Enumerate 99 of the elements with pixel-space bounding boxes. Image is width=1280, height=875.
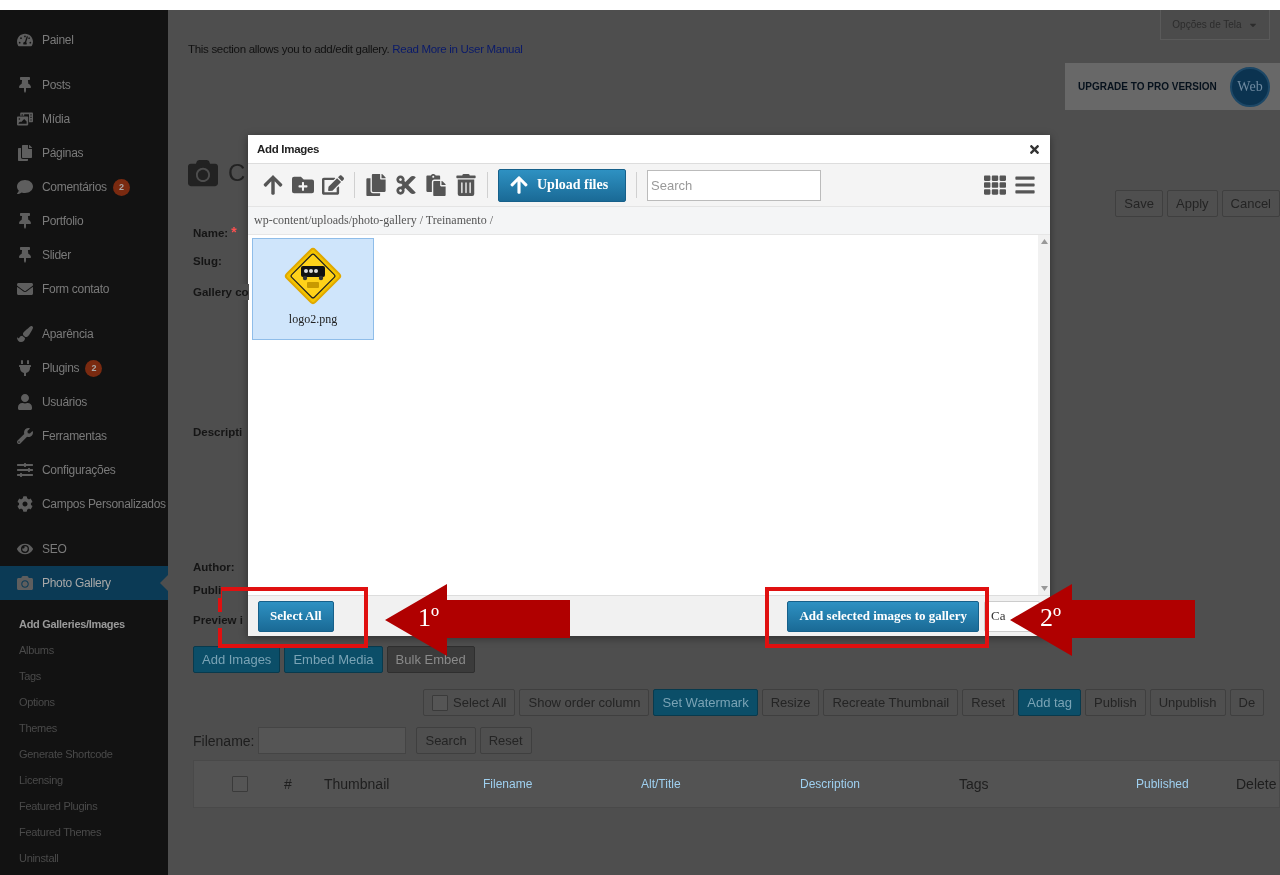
sidebar-label: Páginas	[42, 146, 84, 160]
upload-button[interactable]: Upload files	[498, 168, 626, 202]
wrench-icon	[17, 428, 33, 444]
upgrade-banner[interactable]: UPGRADE TO PRO VERSION Web	[1065, 63, 1280, 110]
logo: Web	[1230, 66, 1270, 107]
sidebar-item[interactable]: Páginas	[0, 136, 168, 170]
plug-icon	[17, 360, 33, 376]
column-header[interactable]: Description	[800, 777, 959, 791]
close-icon[interactable]	[1028, 142, 1041, 156]
user-icon	[17, 394, 33, 410]
sidebar-item[interactable]: Form contato	[0, 272, 168, 306]
pin-icon	[17, 77, 33, 93]
media-icon	[17, 111, 33, 127]
sidebar-label: Campos Personalizados	[42, 497, 166, 511]
dashboard-icon	[17, 32, 33, 48]
sidebar-item[interactable]: Comentários 2	[0, 170, 168, 204]
count-badge: 2	[85, 359, 103, 377]
comment-icon	[17, 179, 33, 195]
sidebar-item[interactable]: Ferramentas	[0, 419, 168, 453]
arrow-left-icon	[385, 584, 570, 656]
sidebar-item[interactable]: Usuários	[0, 385, 168, 419]
sidebar-item[interactable]: Painel	[0, 23, 168, 57]
copy-icon[interactable]	[365, 174, 387, 196]
list-view-icon[interactable]	[1014, 174, 1036, 196]
mail-icon	[17, 281, 33, 297]
arrow-up-icon[interactable]	[262, 174, 284, 196]
button[interactable]: Set Watermark	[653, 689, 758, 716]
arrow-up-icon	[509, 175, 529, 195]
checkbox[interactable]	[232, 776, 248, 792]
sidebar-label: Usuários	[42, 395, 87, 409]
field-label: Preview i	[193, 612, 243, 628]
eye-icon	[17, 541, 33, 557]
sidebar-label: Mídia	[42, 112, 70, 126]
trash-icon[interactable]	[455, 174, 477, 196]
sidebar-item[interactable]: Campos Personalizados	[0, 487, 168, 521]
sidebar-label: Ferramentas	[42, 429, 107, 443]
submenu-item[interactable]: Options	[0, 689, 168, 715]
intro-text: This section allows you to add/edit gallery. Read More in User Manual	[188, 42, 524, 57]
sidebar-item[interactable]: Aparência	[0, 317, 168, 351]
pin-icon	[17, 247, 33, 263]
pages-icon	[17, 145, 33, 161]
paste-icon[interactable]	[425, 174, 447, 196]
settings-icon	[17, 462, 33, 478]
button[interactable]: Add Images	[193, 646, 281, 673]
step-label: 2º	[1040, 603, 1062, 633]
select-all-button[interactable]: Select All	[258, 600, 334, 632]
checkbox[interactable]	[432, 694, 448, 711]
column-header: #	[284, 776, 293, 792]
edit-icon[interactable]	[322, 174, 344, 196]
sidebar-item[interactable]: Portfolio	[0, 204, 168, 238]
upgrade-text: UPGRADE TO PRO VERSION	[1078, 81, 1217, 92]
sidebar-item[interactable]: Posts	[0, 68, 168, 102]
file-name: logo2.png	[288, 312, 338, 327]
button[interactable]: Add tag	[1018, 689, 1082, 716]
sidebar-label: Slider	[42, 248, 71, 262]
sidebar-label: Photo Gallery	[42, 576, 111, 590]
pin-icon	[17, 213, 33, 229]
search-field[interactable]: Search	[647, 169, 821, 201]
brush-icon	[17, 326, 33, 342]
scissors-icon[interactable]	[395, 174, 417, 196]
sidebar-item[interactable]: Plugins 2	[0, 351, 168, 385]
column-header[interactable]: Filename	[483, 777, 641, 791]
camera-icon	[188, 157, 218, 188]
sidebar-label: Comentários	[42, 180, 107, 194]
sidebar-item[interactable]: SEO	[0, 532, 168, 566]
sidebar-label: Painel	[42, 33, 74, 47]
column-header[interactable]: Alt/Title	[641, 777, 800, 791]
submenu-item[interactable]: Albums	[0, 637, 168, 663]
sidebar-label: SEO	[42, 542, 67, 556]
button[interactable]: Embed Media	[284, 646, 383, 673]
user-manual-link[interactable]: Read More in User Manual	[392, 43, 523, 55]
column-header[interactable]: Published	[1136, 777, 1236, 791]
sidebar-label: Form contato	[42, 282, 110, 296]
sidebar-label: Aparência	[42, 327, 94, 341]
submenu-item[interactable]: Add Galleries/Images	[0, 611, 168, 637]
sidebar-item[interactable]: Mídia	[0, 102, 168, 136]
breadcrumb: wp-content/uploads/photo-gallery / Treinamento /	[248, 207, 1050, 235]
field-label: Gallery co	[193, 284, 249, 300]
sidebar-label: Plugins	[42, 361, 80, 375]
count-badge: 2	[112, 178, 130, 196]
sidebar-item[interactable]: Slider	[0, 238, 168, 272]
camera-icon	[17, 575, 33, 591]
button[interactable]: Bulk Embed	[386, 646, 475, 673]
folder-plus-icon[interactable]	[292, 174, 314, 196]
sidebar-label: Portfolio	[42, 214, 84, 228]
scroll-up-icon	[1040, 239, 1048, 244]
sidebar-item[interactable]: Photo Gallery	[0, 566, 168, 600]
gear-icon	[17, 496, 33, 512]
file-item[interactable]: logo2.png	[252, 238, 374, 340]
scroll-down-icon	[1040, 586, 1048, 591]
sidebar-label: Posts	[42, 78, 71, 92]
step-label: 1º	[418, 603, 440, 633]
sidebar-label: Configurações	[42, 463, 116, 477]
submenu-item[interactable]: Featured Plugins	[0, 793, 168, 819]
add-to-gallery-button[interactable]: Add selected images to gallery	[787, 600, 979, 632]
sidebar-item[interactable]: Configurações	[0, 453, 168, 487]
dialog-title: Add Images	[257, 143, 320, 155]
grid-view-icon[interactable]	[984, 174, 1006, 196]
arrow-left-icon	[1010, 584, 1195, 656]
